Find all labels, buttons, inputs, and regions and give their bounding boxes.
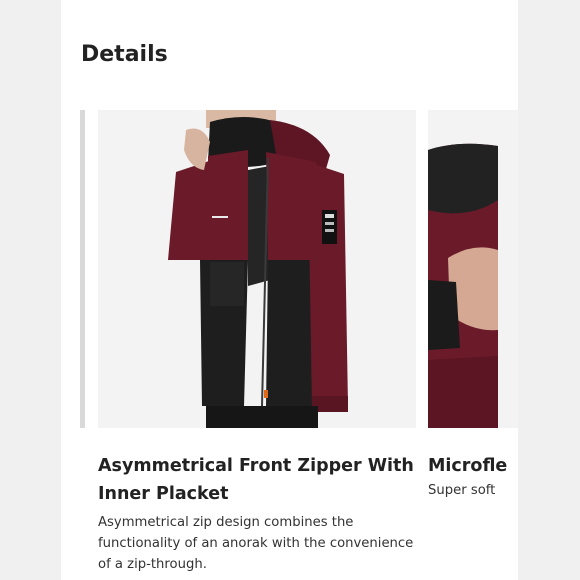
section-heading: Details [81,42,168,67]
card-title: Microfle [428,456,508,476]
feature-card[interactable]: Asymmetrical Front Zipper With Inner Pla… [98,110,416,575]
card-title: Asymmetrical Front Zipper With Inner Pla… [98,456,414,504]
card-description: Asymmetrical zip design combines the fun… [98,515,414,572]
jacket-front-photo [98,110,416,428]
feature-card[interactable]: Microfle Super soft [428,110,518,501]
card-description: Super soft [428,483,496,498]
details-panel: Details Asymmetrical Front Zipper With I… [61,0,518,580]
previous-card-edge[interactable] [80,110,85,428]
jacket-collar-photo [428,110,518,428]
